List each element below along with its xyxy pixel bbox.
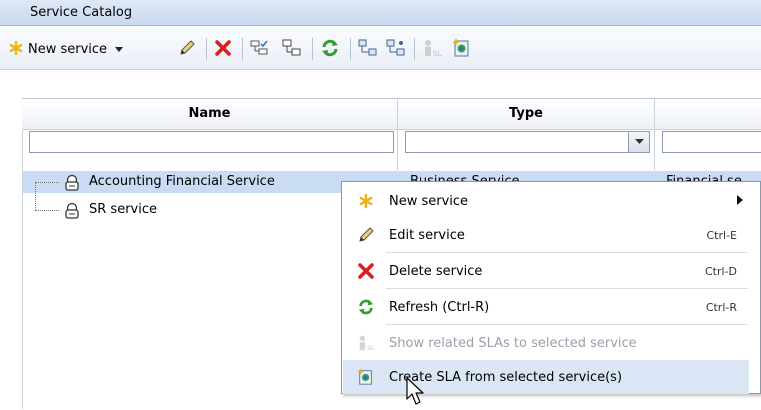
collapse-button[interactable] [386, 38, 406, 60]
menu-separator [386, 252, 748, 253]
menu-item-edit-service[interactable]: Edit service Ctrl-E [343, 218, 749, 252]
menu-item-label: Show related SLAs to selected service [389, 335, 637, 351]
toolbar-separator [312, 38, 313, 60]
menu-item-show-related-slas[interactable]: SLA Show related SLAs to selected servic… [343, 326, 749, 360]
menu-separator [386, 324, 748, 325]
svg-text:SLA: SLA [367, 345, 375, 352]
tree-connector [35, 210, 59, 212]
menu-item-new-service[interactable]: New service [343, 184, 749, 218]
service-name: SR service [89, 202, 157, 217]
service-name: Accounting Financial Service [89, 174, 275, 189]
pencil-icon [357, 226, 375, 244]
mouse-cursor-icon [406, 377, 426, 410]
delete-x-icon [357, 262, 375, 280]
column-header-type[interactable]: Type [398, 99, 654, 129]
expand-button[interactable] [358, 38, 378, 60]
delete-x-icon [214, 39, 232, 60]
check-tree-button[interactable] [250, 38, 270, 60]
refresh-icon [357, 298, 375, 316]
filter-row [22, 130, 761, 156]
new-service-button[interactable]: New service [8, 38, 124, 60]
edit-button[interactable] [178, 38, 196, 60]
menu-item-refresh[interactable]: Refresh (Ctrl-R) Ctrl-R [343, 290, 749, 324]
refresh-icon [320, 38, 340, 61]
create-sla-icon [357, 368, 375, 386]
svg-text:SLA: SLA [433, 50, 442, 58]
new-service-icon [8, 40, 24, 59]
check-tree-icon [250, 39, 270, 60]
panel-title: Service Catalog [0, 0, 761, 26]
context-menu: New service Edit service Ctrl-E Delete s… [341, 181, 761, 394]
related-sla-button[interactable]: SLA [422, 38, 447, 61]
create-sla-button[interactable] [452, 38, 472, 60]
related-sla-icon: SLA [357, 334, 375, 352]
menu-item-shortcut: Ctrl-D [704, 264, 737, 278]
toolbar: New service SL [0, 26, 761, 70]
service-icon [63, 174, 81, 195]
menu-item-shortcut: Ctrl-E [706, 228, 738, 242]
toolbar-separator [414, 38, 415, 60]
service-icon [63, 202, 81, 223]
menu-item-label: Refresh (Ctrl-R) [389, 299, 490, 315]
toolbar-separator [242, 38, 243, 60]
create-sla-icon [452, 38, 472, 61]
asterisk-icon [357, 192, 375, 210]
menu-item-label: Delete service [389, 263, 483, 279]
extra-filter-input[interactable] [662, 131, 761, 153]
menu-item-delete-service[interactable]: Delete service Ctrl-D [343, 254, 749, 288]
submenu-arrow-icon [737, 194, 743, 208]
menu-item-create-sla[interactable]: Create SLA from selected service(s) [343, 360, 749, 394]
hierarchy-button[interactable] [282, 38, 302, 60]
menu-separator [386, 288, 748, 289]
type-filter-select[interactable] [405, 131, 650, 153]
name-filter-input[interactable] [29, 131, 394, 153]
delete-button[interactable] [214, 38, 232, 60]
tree-connector [35, 182, 37, 210]
menu-item-label: New service [389, 193, 469, 209]
chevron-down-icon[interactable] [628, 132, 649, 152]
refresh-button[interactable] [320, 38, 340, 60]
grid-header: Name Type [22, 98, 761, 130]
expand-icon [358, 39, 378, 60]
collapse-icon [386, 39, 406, 60]
menu-item-label: Edit service [389, 227, 465, 243]
menu-item-shortcut: Ctrl-R [705, 300, 737, 314]
hierarchy-icon [282, 39, 302, 60]
edit-pencil-icon [178, 39, 196, 60]
related-sla-icon: SLA [422, 38, 447, 61]
dropdown-arrow-icon[interactable] [115, 42, 124, 56]
menu-item-label: Create SLA from selected service(s) [389, 369, 623, 385]
new-service-label: New service [28, 41, 108, 57]
toolbar-separator [206, 38, 207, 60]
tree-connector [35, 182, 59, 184]
toolbar-separator [350, 38, 351, 60]
column-header-name[interactable]: Name [22, 99, 397, 129]
